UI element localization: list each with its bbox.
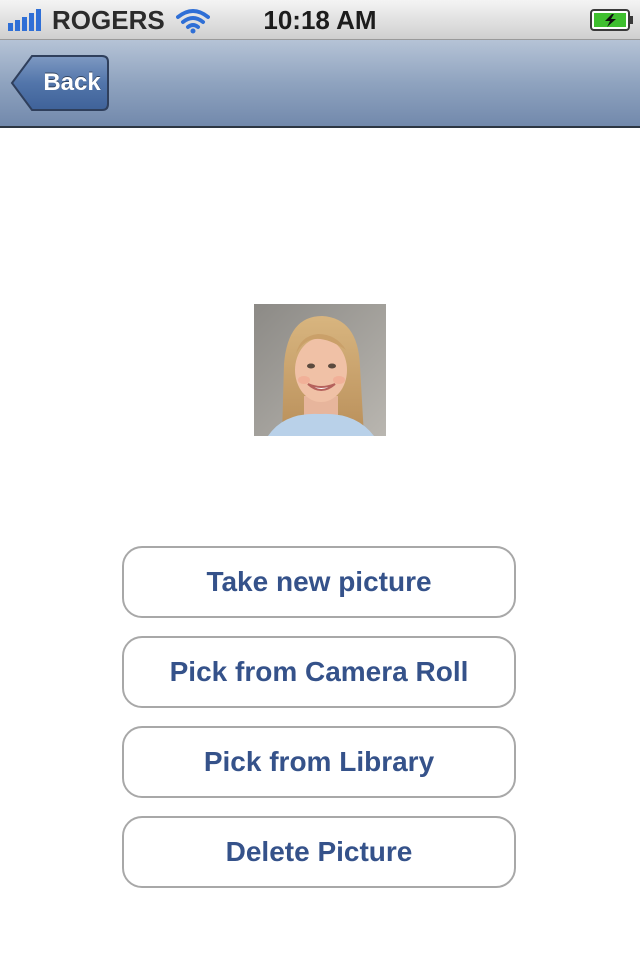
screen: ROGERS 10:18 AM Back Take new picture Pi…: [0, 0, 640, 960]
take-new-picture-button[interactable]: Take new picture: [122, 546, 516, 618]
back-button[interactable]: Back: [10, 54, 110, 112]
back-button-label: Back: [43, 69, 101, 96]
navigation-bar: Back: [0, 40, 640, 128]
clock: 10:18 AM: [263, 5, 377, 35]
battery-charging-icon: [590, 9, 633, 31]
pick-from-camera-roll-button[interactable]: Pick from Camera Roll: [122, 636, 516, 708]
profile-photo: [254, 304, 386, 436]
pick-from-library-button[interactable]: Pick from Library: [122, 726, 516, 798]
delete-picture-button[interactable]: Delete Picture: [122, 816, 516, 888]
status-bar: ROGERS 10:18 AM: [0, 0, 640, 40]
